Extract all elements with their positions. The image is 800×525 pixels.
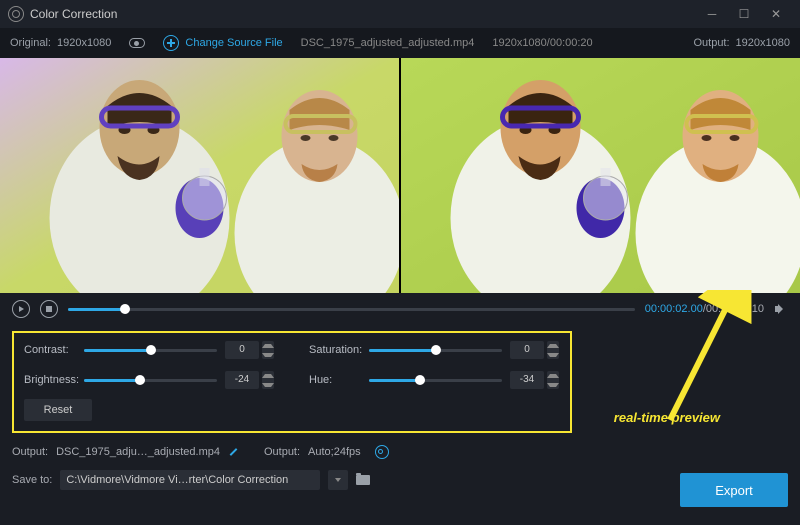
output-row: Output: DSC_1975_adju…_adjusted.mp4 Outp… <box>0 439 800 465</box>
hue-stepper[interactable] <box>547 371 559 389</box>
output-settings-label: Output: <box>264 446 300 458</box>
timecode: 00:00:02.00/00:00:20.10 <box>645 303 764 315</box>
titlebar: Color Correction ─ ☐ ✕ <box>0 0 800 28</box>
preview-original <box>0 58 399 293</box>
saturation-stepper[interactable] <box>547 341 559 359</box>
color-controls-panel: Contrast: 0 Saturation: 0 Brightness: -2… <box>12 331 572 433</box>
contrast-value[interactable]: 0 <box>225 341 259 359</box>
contrast-slider[interactable] <box>84 343 217 357</box>
playback-row: 00:00:02.00/00:00:20.10 <box>0 293 800 325</box>
stop-icon <box>46 306 52 312</box>
source-meta: 1920x1080/00:00:20 <box>492 37 592 49</box>
brightness-label: Brightness: <box>24 374 84 386</box>
output-file-label: Output: <box>12 446 48 458</box>
save-path-dropdown[interactable] <box>328 470 348 490</box>
save-path-field[interactable]: C:\Vidmore\Vidmore Vi…rter\Color Correct… <box>60 470 320 490</box>
plus-circle-icon <box>163 35 179 51</box>
export-button[interactable]: Export <box>680 473 788 507</box>
save-to-label: Save to: <box>12 474 52 486</box>
original-label: Original: <box>10 37 51 49</box>
window-title: Color Correction <box>30 7 117 21</box>
original-resolution: 1920x1080 <box>57 37 111 49</box>
volume-icon[interactable] <box>774 302 788 316</box>
source-filename: DSC_1975_adjusted_adjusted.mp4 <box>301 37 475 49</box>
play-icon <box>19 306 24 312</box>
hue-label: Hue: <box>309 374 369 386</box>
contrast-stepper[interactable] <box>262 341 274 359</box>
change-source-button[interactable]: Change Source File <box>163 35 282 51</box>
minimize-button[interactable]: ─ <box>696 0 728 28</box>
annotation-text: real-time preview <box>614 410 720 425</box>
saturation-label: Saturation: <box>309 344 369 356</box>
info-bar: Original: 1920x1080 Change Source File D… <box>0 28 800 58</box>
output-label: Output: <box>693 37 729 49</box>
close-button[interactable]: ✕ <box>760 0 792 28</box>
contrast-label: Contrast: <box>24 344 84 356</box>
brightness-value[interactable]: -24 <box>225 371 259 389</box>
timecode-total: /00:00:20.10 <box>703 303 764 315</box>
saturation-value[interactable]: 0 <box>510 341 544 359</box>
seek-slider[interactable] <box>68 302 635 316</box>
preview-corrected <box>401 58 800 293</box>
hue-slider[interactable] <box>369 373 502 387</box>
app-logo-icon <box>8 6 24 22</box>
folder-icon[interactable] <box>356 475 370 485</box>
hue-value[interactable]: -34 <box>510 371 544 389</box>
eye-icon[interactable] <box>129 38 145 48</box>
stop-button[interactable] <box>40 300 58 318</box>
timecode-current: 00:00:02.00 <box>645 303 703 315</box>
preview-row <box>0 58 800 293</box>
brightness-stepper[interactable] <box>262 371 274 389</box>
play-button[interactable] <box>12 300 30 318</box>
gear-icon[interactable] <box>375 445 389 459</box>
saturation-slider[interactable] <box>369 343 502 357</box>
change-source-label: Change Source File <box>185 37 282 49</box>
reset-button[interactable]: Reset <box>24 399 92 421</box>
output-filename: DSC_1975_adju…_adjusted.mp4 <box>56 446 220 458</box>
brightness-slider[interactable] <box>84 373 217 387</box>
edit-icon[interactable] <box>228 446 240 458</box>
output-resolution: 1920x1080 <box>736 37 790 49</box>
output-settings-value: Auto;24fps <box>308 446 361 458</box>
maximize-button[interactable]: ☐ <box>728 0 760 28</box>
